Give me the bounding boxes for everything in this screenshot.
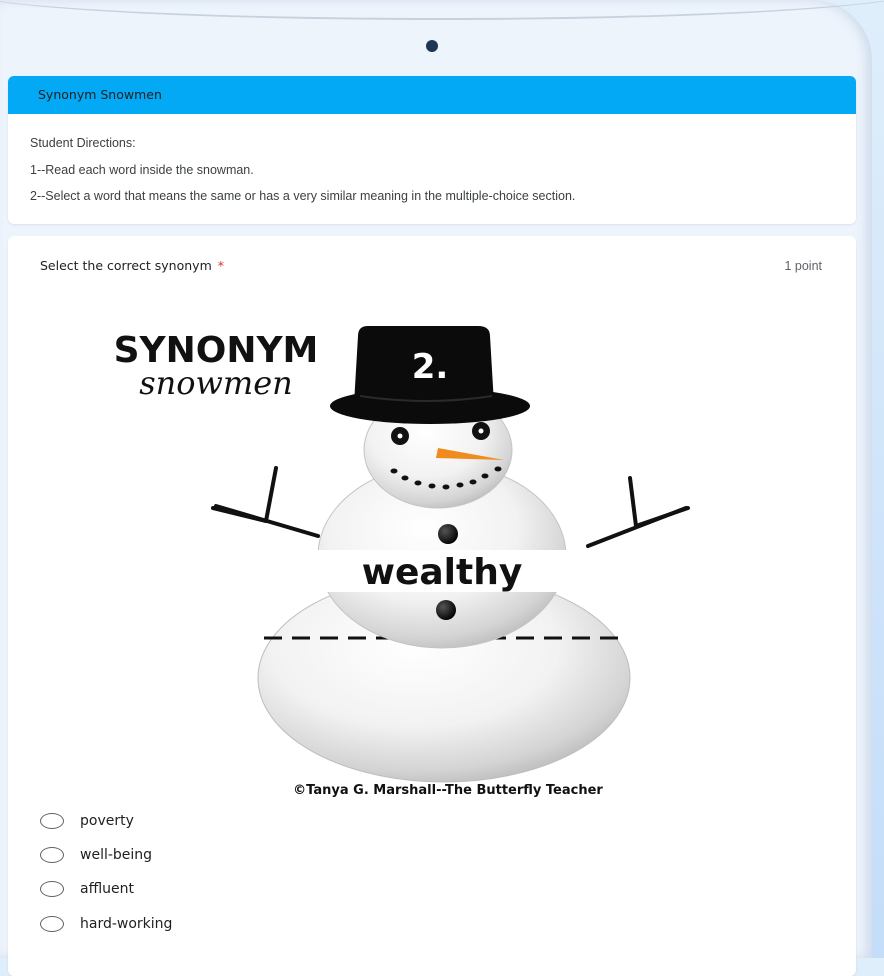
left-eye (391, 427, 409, 445)
snowman-middle-ball (317, 463, 567, 649)
word-label-band (308, 550, 574, 592)
front-camera (426, 40, 438, 52)
tablet-top-edge (0, 0, 884, 20)
radio-button[interactable] (40, 847, 64, 863)
snowman-head (363, 391, 513, 509)
right-eye (472, 422, 490, 440)
radio-button[interactable] (40, 813, 64, 829)
illustration-credit: ©Tanya G. Marshall--The Butterfly Teache… (293, 783, 603, 798)
option-well-being[interactable]: well-being (40, 842, 152, 868)
coal-button-bottom (436, 600, 456, 620)
option-label: hard-working (80, 916, 173, 932)
option-label: poverty (80, 813, 134, 829)
question-title-text: Select the correct synonym (40, 258, 212, 273)
right-arm-branch (586, 476, 690, 548)
coal-button-top (438, 524, 458, 544)
required-asterisk: * (217, 258, 224, 273)
option-hard-working[interactable]: hard-working (40, 911, 172, 937)
radio-button[interactable] (40, 881, 64, 897)
question-points: 1 point (784, 259, 822, 273)
option-poverty[interactable]: poverty (40, 808, 134, 834)
form-header-card: Synonym Snowmen Student Directions: 1--R… (8, 76, 856, 224)
left-eye-shine (397, 433, 403, 439)
top-hat (330, 326, 530, 424)
carrot-nose (436, 448, 504, 460)
question-card: Select the correct synonym * 1 point wea… (8, 236, 856, 976)
question-title: Select the correct synonym * (40, 258, 224, 273)
hat-number: 2. (412, 347, 449, 387)
snowman-bottom-ball (257, 573, 631, 783)
radio-button[interactable] (40, 916, 64, 932)
option-label: well-being (80, 847, 153, 863)
direction-step-1: 1--Read each word inside the snowman. (30, 163, 254, 177)
directions-heading: Student Directions: (30, 136, 136, 150)
illustration-subheading: snowmen (139, 364, 293, 402)
right-eye-shine (478, 428, 484, 434)
coal-smile (390, 466, 502, 490)
illustration-heading: SYNONYM (114, 330, 319, 371)
direction-step-2: 2--Select a word that means the same or … (30, 189, 576, 203)
option-affluent[interactable]: affluent (40, 876, 134, 902)
snowman-word: wealthy (362, 552, 523, 593)
left-arm-branch (211, 466, 320, 538)
tablet-frame: Synonym Snowmen Student Directions: 1--R… (0, 0, 884, 976)
option-label: affluent (80, 881, 134, 897)
form-title: Synonym Snowmen (8, 76, 856, 114)
